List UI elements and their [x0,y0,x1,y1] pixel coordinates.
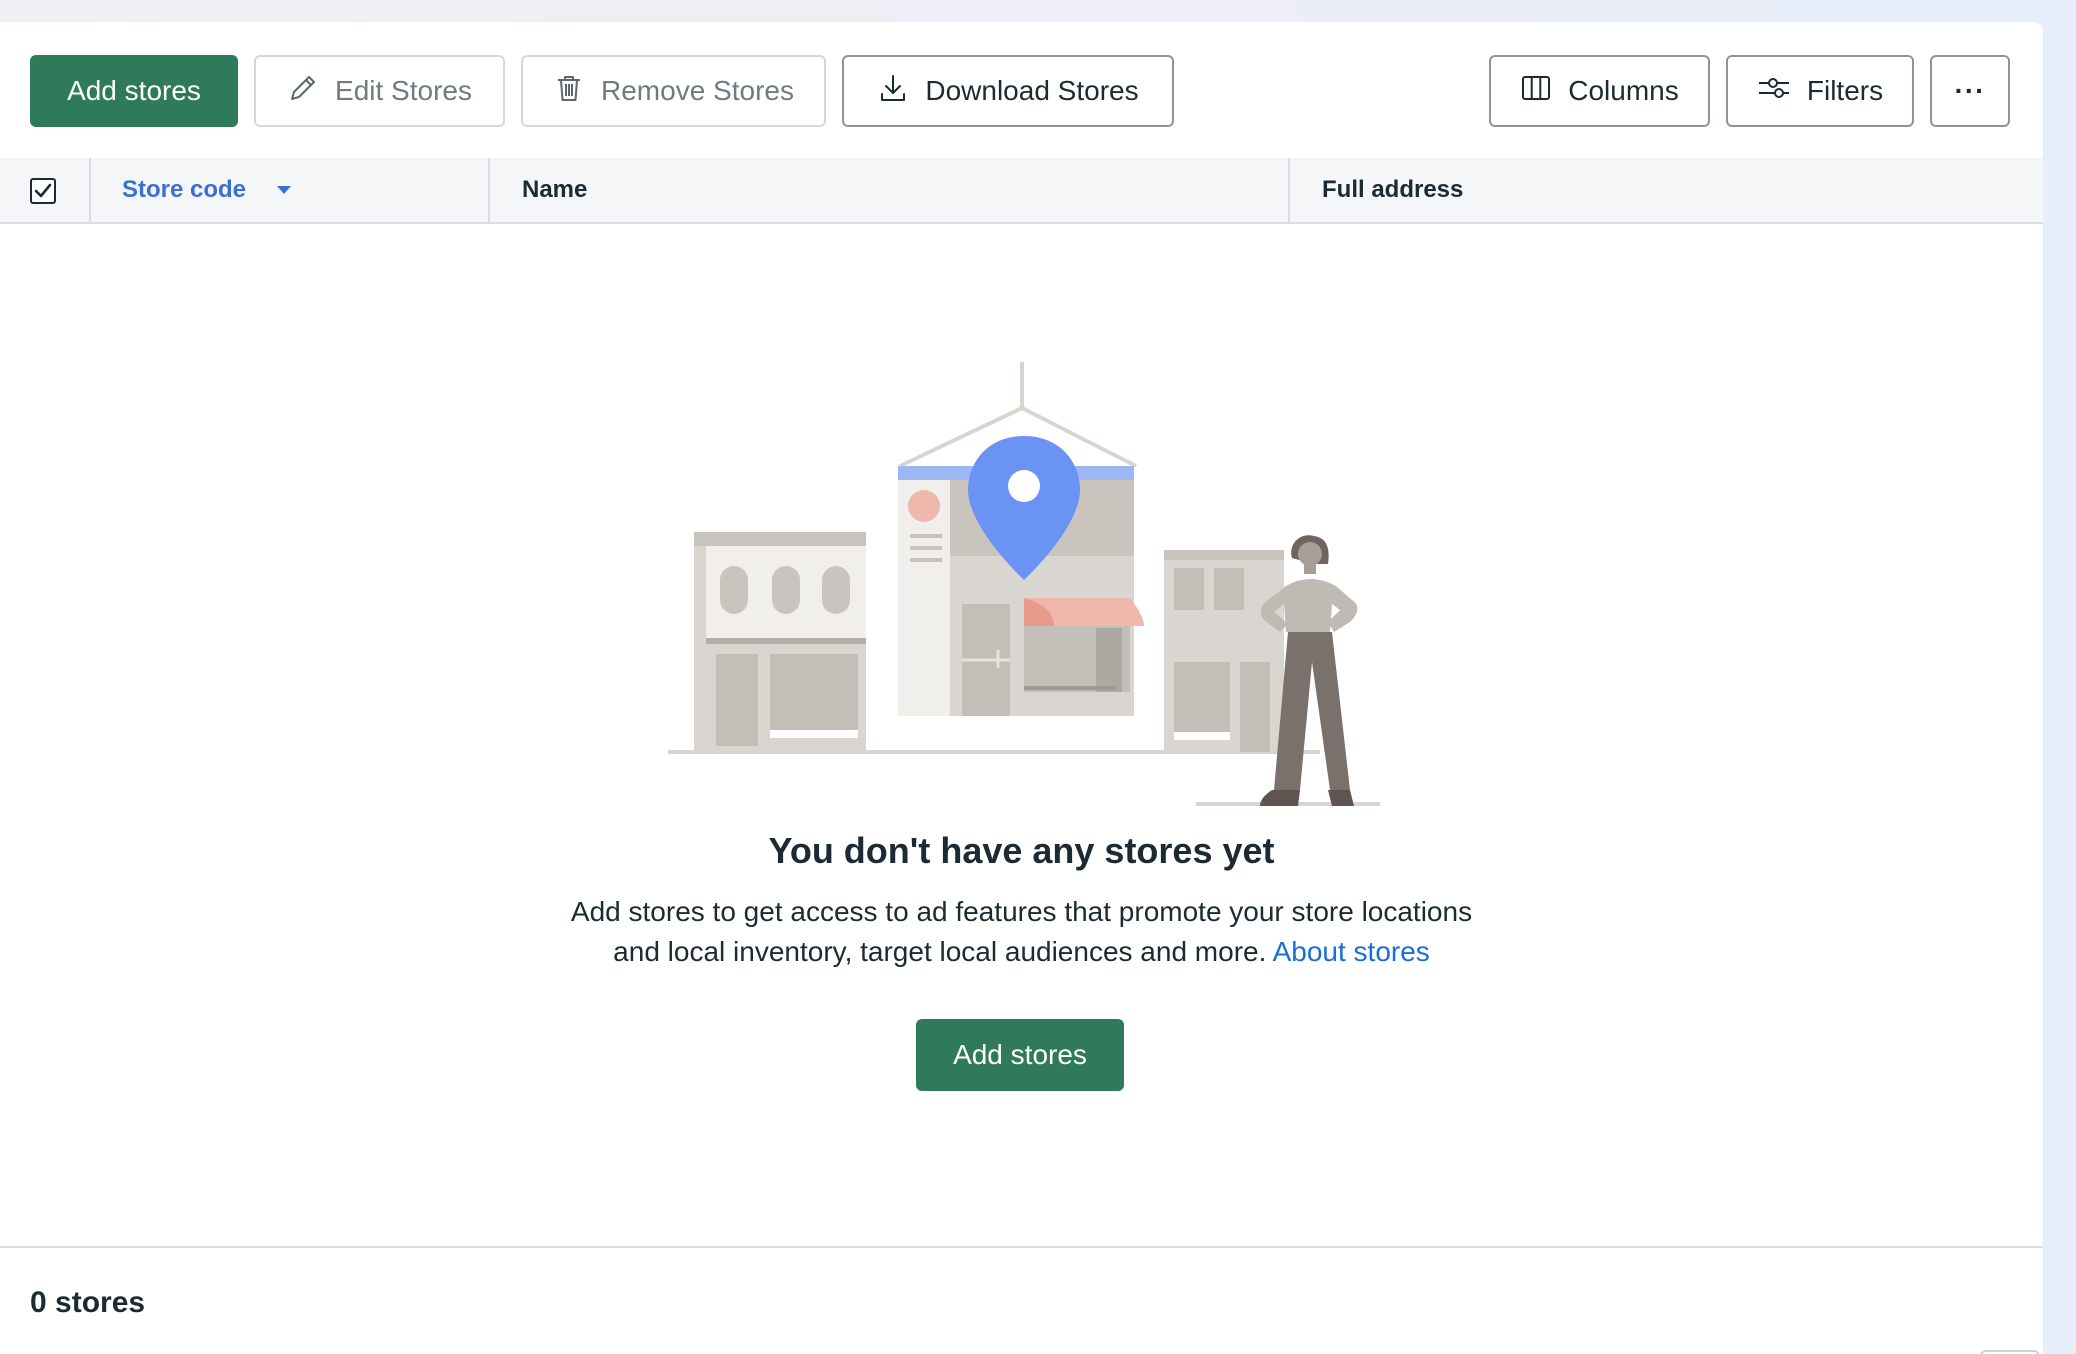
column-separator [488,158,490,222]
column-header-full-address[interactable]: Full address [1322,158,1463,222]
empty-state-title: You don't have any stores yet [768,830,1275,871]
column-separator [1288,158,1290,222]
column-separator [89,158,91,222]
columns-icon [1520,72,1552,111]
name-header-label: Name [522,176,588,203]
table-header: Store code Name Full address [0,158,2043,224]
empty-state-description-line2: and local inventory, target local audien… [613,936,1267,967]
pencil-icon [287,72,319,111]
remove-stores-label: Remove Stores [601,75,794,106]
checkmark-icon [34,183,52,198]
download-icon [877,72,909,111]
download-stores-label: Download Stores [925,75,1139,106]
empty-state-add-stores-label: Add stores [953,1039,1087,1070]
trash-icon [553,72,585,111]
stores-panel: Add stores Edit Stores Remove Stores Dow… [0,22,2043,1354]
select-all-checkbox[interactable] [30,178,56,204]
store-count: 0 stores [30,1286,146,1319]
empty-state-description-line1: Add stores to get access to ad features … [570,896,1473,927]
sort-descending-icon [276,185,292,195]
column-header-store-code[interactable]: Store code [122,158,292,222]
about-stores-link[interactable]: About stores [1273,936,1430,967]
more-options-button[interactable]: ··· [1930,55,2010,127]
columns-label: Columns [1568,75,1679,106]
full-address-header-label: Full address [1322,176,1464,203]
footer-divider [0,1246,2043,1248]
remove-stores-button[interactable]: Remove Stores [521,55,826,127]
empty-state-description: Add stores to get access to ad features … [0,892,2043,972]
empty-stores-illustration [660,332,1400,837]
pagination-control-edge[interactable] [1980,1350,2040,1354]
more-icon: ··· [1954,75,1986,106]
sliders-icon [1757,72,1791,111]
columns-button[interactable]: Columns [1489,55,1710,127]
filters-label: Filters [1806,75,1884,106]
download-stores-button[interactable]: Download Stores [842,55,1174,127]
empty-state-description-line2-wrap: and local inventory, target local audien… [0,932,2043,972]
filters-button[interactable]: Filters [1726,55,1914,127]
store-code-header-label: Store code [122,176,247,203]
add-stores-label: Add stores [67,75,201,106]
empty-state-add-stores-button[interactable]: Add stores [916,1019,1124,1091]
edit-stores-button[interactable]: Edit Stores [254,55,505,127]
column-header-name[interactable]: Name [522,158,587,222]
edit-stores-label: Edit Stores [335,75,472,106]
add-stores-button[interactable]: Add stores [30,55,238,127]
